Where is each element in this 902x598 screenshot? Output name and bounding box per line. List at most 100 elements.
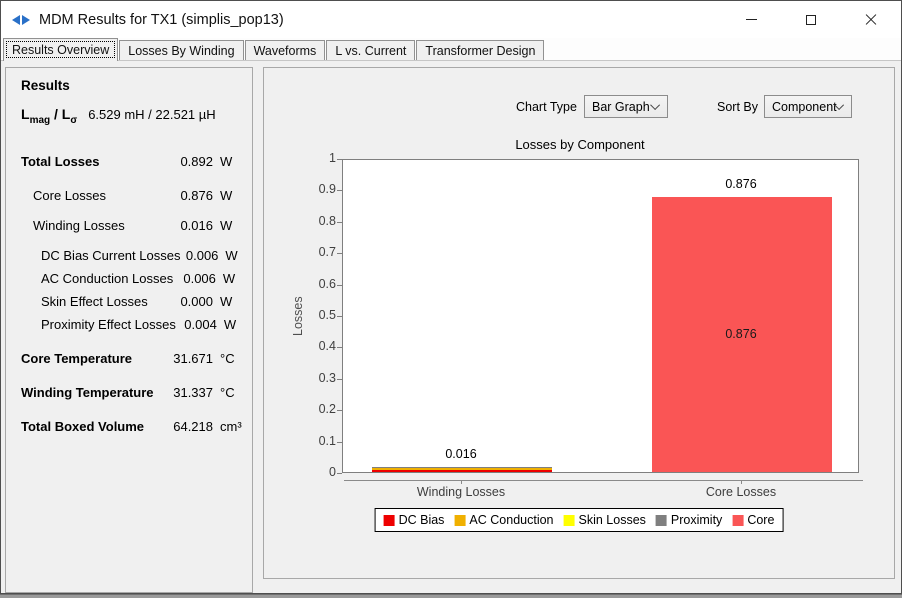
chart-type-select[interactable]: Bar Graph	[584, 95, 668, 118]
result-row-skin-effect-losses: Skin Effect Losses0.000W	[6, 294, 252, 310]
inductance-value: 6.529 mH / 22.521 µH	[88, 107, 215, 122]
result-label: Winding Temperature	[6, 385, 165, 400]
y-tick-label: 0	[282, 465, 336, 479]
y-tick-mark	[337, 473, 342, 474]
result-label: AC Conduction Losses	[6, 271, 173, 286]
results-heading: Results	[21, 78, 70, 93]
result-unit: W	[218, 248, 246, 263]
result-row-dc-bias-current-losses: DC Bias Current Losses0.006W	[6, 248, 252, 264]
app-icon	[12, 15, 30, 25]
result-unit: W	[213, 154, 246, 169]
results-rows: Total Losses0.892WCore Losses0.876WWindi…	[6, 154, 252, 435]
plot-area	[342, 159, 859, 473]
result-label: Total Boxed Volume	[6, 419, 165, 434]
chart-legend: DC Bias AC Conduction Skin Losses Proximity…	[375, 508, 784, 532]
tab-waveforms[interactable]: Waveforms	[245, 40, 326, 60]
result-label: Winding Losses	[6, 218, 165, 233]
inductance-symbol-l: L	[21, 106, 30, 122]
result-row-winding-temperature: Winding Temperature31.337°C	[6, 385, 252, 401]
close-icon	[865, 14, 877, 26]
y-tick-label: 0.3	[282, 371, 336, 385]
inductance-symbol-l2: / L	[50, 106, 70, 122]
app-icon-left-arrow	[12, 15, 20, 25]
y-tick-label: 0.6	[282, 277, 336, 291]
tab-bar: Results OverviewLosses By WindingWavefor…	[1, 38, 901, 61]
legend-swatch-ac-conduction	[454, 515, 465, 526]
result-value: 0.000	[165, 294, 213, 309]
tab-losses-by-winding[interactable]: Losses By Winding	[119, 40, 243, 60]
y-tick-mark	[337, 316, 342, 317]
result-value: 64.218	[165, 419, 213, 434]
legend-item-skin-losses: Skin Losses	[564, 513, 646, 527]
legend-label: Proximity	[671, 513, 722, 527]
result-value: 31.337	[165, 385, 213, 400]
result-label: Core Losses	[6, 188, 165, 203]
chart-type-label: Chart Type	[516, 100, 577, 114]
legend-item-proximity: Proximity	[656, 513, 722, 527]
mdm-results-window: MDM Results for TX1 (simplis_pop13) Resu…	[0, 0, 902, 594]
minimize-button[interactable]	[721, 1, 781, 38]
result-row-ac-conduction-losses: AC Conduction Losses0.006W	[6, 271, 252, 287]
maximize-icon	[806, 15, 816, 25]
result-label: Skin Effect Losses	[6, 294, 165, 309]
result-row-core-temperature: Core Temperature31.671°C	[6, 351, 252, 367]
bar-segment-ac-conduction-winding-losses	[372, 468, 552, 470]
window-title: MDM Results for TX1 (simplis_pop13)	[39, 12, 284, 28]
result-value: 0.004	[176, 317, 217, 332]
result-unit: W	[216, 271, 246, 286]
y-tick-mark	[337, 442, 342, 443]
legend-label: DC Bias	[399, 513, 445, 527]
inductance-sub-mag: mag	[30, 115, 51, 126]
chart-panel: Chart Type Bar Graph Sort By Component L…	[263, 67, 895, 579]
result-row-total-losses: Total Losses0.892W	[6, 154, 252, 170]
legend-item-dc-bias: DC Bias	[384, 513, 445, 527]
app-icon-right-arrow	[22, 15, 30, 25]
y-tick-label: 0.1	[282, 434, 336, 448]
sort-by-label: Sort By	[717, 100, 758, 114]
maximize-button[interactable]	[781, 1, 841, 38]
tab-results-overview[interactable]: Results Overview	[3, 38, 118, 61]
y-tick-label: 0.5	[282, 308, 336, 322]
close-button[interactable]	[841, 1, 901, 38]
result-value: 0.016	[165, 218, 213, 233]
result-value: 0.876	[165, 188, 213, 203]
sort-by-select[interactable]: Component	[764, 95, 852, 118]
results-panel: Results Lmag / Lσ 6.529 mH / 22.521 µH To…	[5, 67, 253, 593]
tab-l-vs-current[interactable]: L vs. Current	[326, 40, 415, 60]
bar-inside-label: 0.876	[681, 327, 801, 341]
legend-swatch-proximity	[656, 515, 667, 526]
result-value: 0.006	[173, 271, 216, 286]
y-tick-mark	[337, 159, 342, 160]
result-unit: W	[217, 317, 246, 332]
bar-segment-dc-bias-winding-losses	[372, 470, 552, 472]
legend-item-core: Core	[732, 513, 774, 527]
y-tick-mark	[337, 379, 342, 380]
result-unit: cm³	[213, 419, 246, 434]
result-value: 0.892	[165, 154, 213, 169]
legend-swatch-core	[732, 515, 743, 526]
y-tick-label: 0.9	[282, 182, 336, 196]
tab-transformer-design[interactable]: Transformer Design	[416, 40, 544, 60]
result-row-total-boxed-volume: Total Boxed Volume64.218cm³	[6, 419, 252, 435]
legend-label: AC Conduction	[469, 513, 553, 527]
title-bar: MDM Results for TX1 (simplis_pop13)	[1, 1, 901, 38]
window-controls	[721, 1, 901, 38]
legend-item-ac-conduction: AC Conduction	[454, 513, 553, 527]
y-tick-mark	[337, 285, 342, 286]
result-label: Proximity Effect Losses	[6, 317, 176, 332]
y-tick-mark	[337, 347, 342, 348]
x-axis-line	[344, 480, 863, 481]
result-unit: °C	[213, 351, 246, 366]
inductance-line: Lmag / Lσ 6.529 mH / 22.521 µH	[21, 106, 216, 126]
chevron-down-icon	[650, 100, 660, 110]
y-tick-mark	[337, 410, 342, 411]
inductance-sub-sigma: σ	[70, 115, 77, 126]
result-unit: °C	[213, 385, 246, 400]
result-row-proximity-effect-losses: Proximity Effect Losses0.004W	[6, 317, 252, 333]
y-tick-mark	[337, 253, 342, 254]
result-unit: W	[213, 294, 246, 309]
x-category-label-core-losses: Core Losses	[671, 485, 811, 499]
result-label: Total Losses	[6, 154, 165, 169]
result-value: 0.006	[180, 248, 218, 263]
desktop-sliver	[0, 594, 902, 598]
